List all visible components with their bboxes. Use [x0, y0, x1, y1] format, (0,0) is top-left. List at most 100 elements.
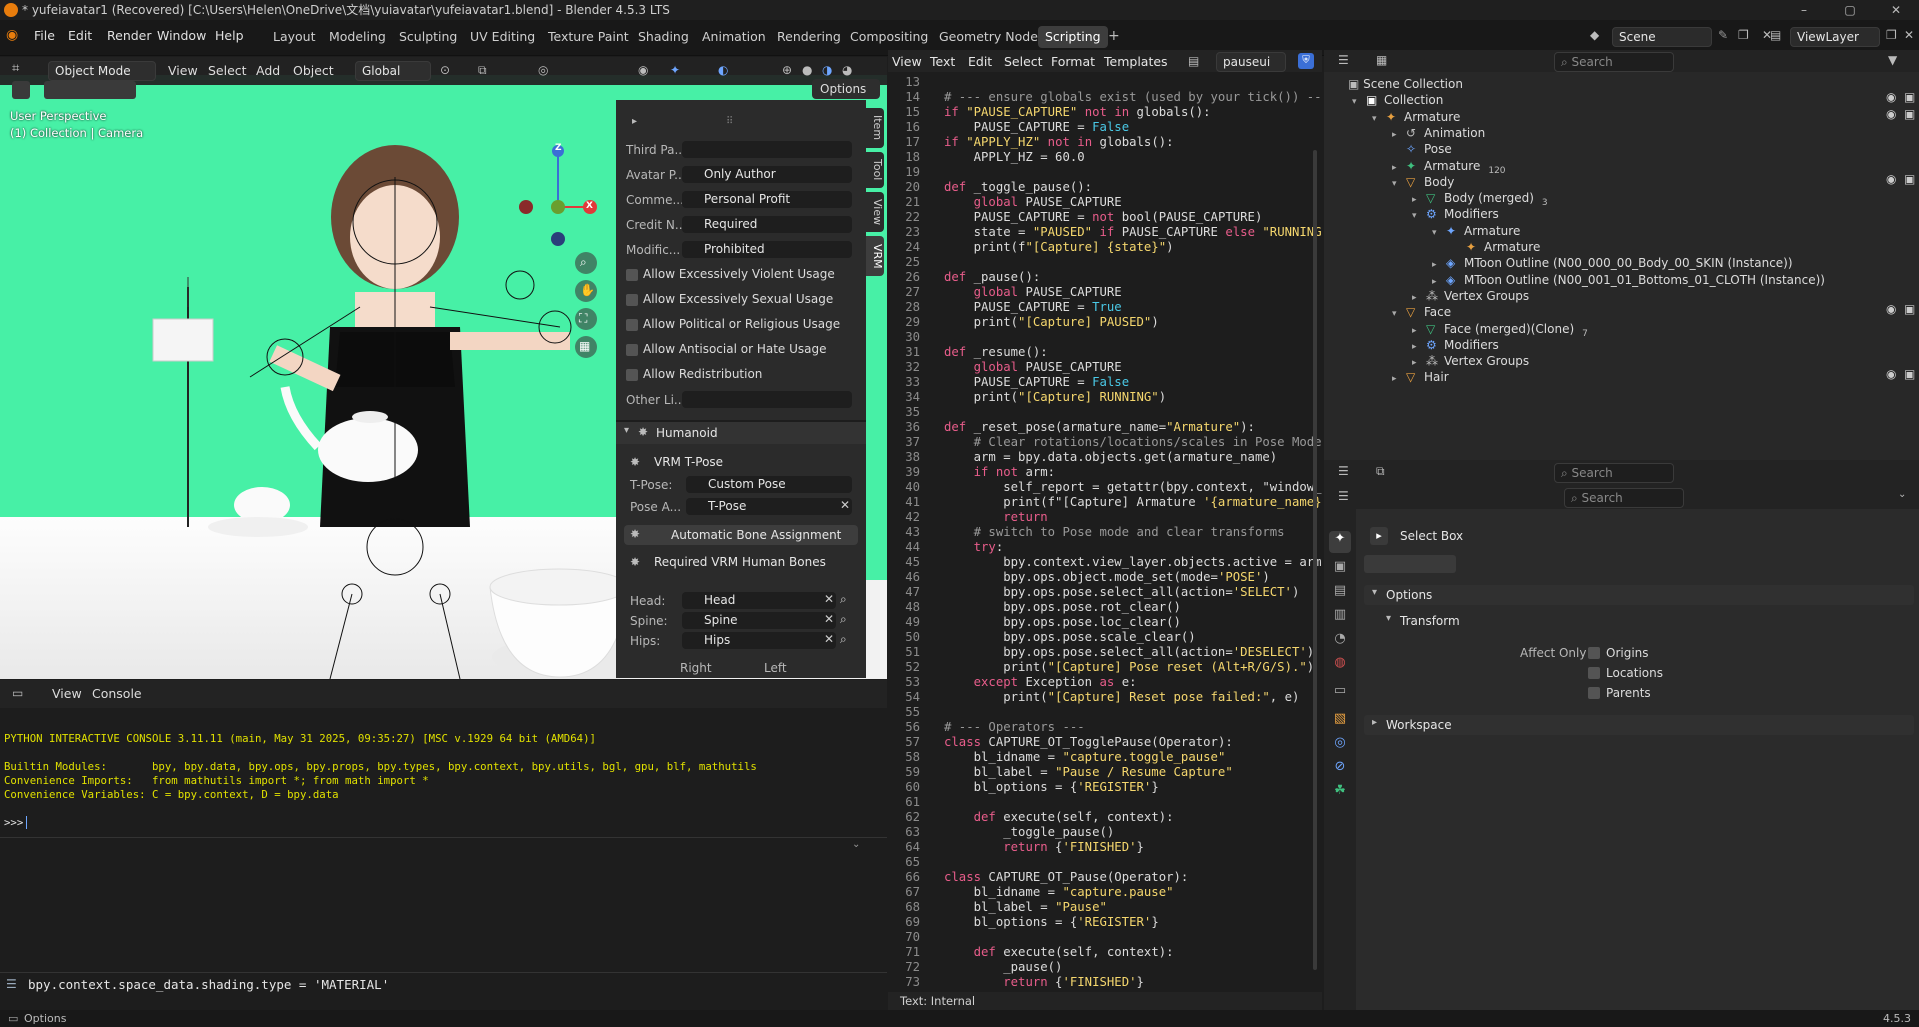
render-camera-icon[interactable]: ▣	[1904, 367, 1915, 381]
code-line[interactable]: 62 def execute(self, context):	[888, 810, 1322, 825]
code-line[interactable]: 64 return {'FINISHED'}	[888, 840, 1322, 855]
tpose-dropdown[interactable]: Custom Pose	[686, 476, 852, 493]
properties-options-icon[interactable]: ⌄	[1898, 489, 1906, 500]
menu-edit[interactable]: Edit	[68, 28, 92, 43]
delete-view-layer-icon[interactable]: ✕	[1904, 28, 1914, 42]
code-line[interactable]: 71 def execute(self, context):	[888, 945, 1322, 960]
filter-icon[interactable]: ▼	[1888, 53, 1897, 67]
output-tab-icon[interactable]: ▤	[1329, 583, 1351, 605]
view-layer-tab-icon[interactable]: ▥	[1329, 607, 1351, 629]
code-line[interactable]: 57 class CAPTURE_OT_TogglePause(Operator)…	[888, 735, 1322, 750]
tab-sculpting[interactable]: Sculpting	[392, 26, 464, 48]
menu-render[interactable]: Render	[107, 28, 152, 43]
drag-handle-icon[interactable]: ⠿	[726, 116, 733, 127]
clear-pose-icon[interactable]: ✕	[840, 498, 850, 512]
overlay-toggle-icon[interactable]: ◐	[718, 63, 728, 77]
code-area[interactable]: 13 14 # --- ensure globals exist (used by …	[888, 75, 1322, 1005]
bone-head-field[interactable]: Head	[682, 592, 836, 609]
code-line[interactable]: 35	[888, 405, 1322, 420]
other-license-field[interactable]	[682, 391, 852, 408]
tab-rendering[interactable]: Rendering	[770, 26, 848, 48]
console-editor-type-icon[interactable]: ▭	[12, 686, 23, 700]
tool-tab-icon[interactable]: ✦	[1329, 531, 1351, 553]
clear-hips-icon[interactable]: ✕	[824, 632, 834, 646]
python-console[interactable]: ▭ View Console PYTHON INTERACTIVE CONSOL…	[0, 680, 887, 1010]
code-line[interactable]: 59 bl_label = "Pause / Resume Capture"	[888, 765, 1322, 780]
code-line[interactable]: 70	[888, 930, 1322, 945]
code-line[interactable]: 20 def _toggle_pause():	[888, 180, 1322, 195]
outliner-editor-type-icon[interactable]: ☰	[1338, 53, 1349, 67]
collection-tab-icon[interactable]: ▭	[1329, 683, 1351, 705]
code-line[interactable]: 58 bl_idname = "capture.toggle_pause"	[888, 750, 1322, 765]
menu-file[interactable]: File	[34, 28, 55, 43]
search-hips-icon[interactable]: ⌕	[840, 632, 847, 647]
tab-modeling[interactable]: Modeling	[322, 26, 393, 48]
checkbox-sexual[interactable]	[626, 294, 638, 306]
outliner-search-input[interactable]: ⌕ Search	[1554, 52, 1674, 72]
pin-icon[interactable]: ✎	[1718, 28, 1728, 42]
humanoid-panel-header[interactable]	[616, 422, 866, 444]
code-line[interactable]: 14 # --- ensure globals exist (used by yo…	[888, 90, 1322, 105]
transform-subheader[interactable]: Transform	[1400, 614, 1460, 628]
affect-origins-checkbox[interactable]	[1588, 647, 1600, 659]
viewport-options-dropdown[interactable]: Options	[812, 79, 880, 99]
affect-parents-checkbox[interactable]	[1588, 687, 1600, 699]
panel-collapse-icon[interactable]: ▸	[632, 116, 637, 127]
modification-dropdown[interactable]: Prohibited	[682, 241, 852, 258]
avatar-permission-dropdown[interactable]: Only Author	[682, 166, 852, 183]
tab-layout[interactable]: Layout	[266, 26, 323, 48]
secondary-search-input[interactable]: ⌕ Search	[1554, 463, 1674, 483]
pivot-icon[interactable]: ⊙	[440, 63, 450, 77]
render-camera-icon[interactable]: ▣	[1904, 107, 1915, 121]
tab-texture-paint[interactable]: Texture Paint	[541, 26, 636, 48]
code-line[interactable]: 38 arm = bpy.data.objects.get(armature_n…	[888, 450, 1322, 465]
code-line[interactable]: 46 bpy.ops.object.mode_set(mode='POSE')	[888, 570, 1322, 585]
code-line[interactable]: 42 return	[888, 510, 1322, 525]
secondary-editor-type-icon[interactable]: ☰	[1338, 464, 1349, 478]
zoom-icon[interactable]: ⌕	[580, 255, 587, 270]
maximize-icon[interactable]: ▢	[1827, 0, 1873, 20]
code-line[interactable]: 32 global PAUSE_CAPTURE	[888, 360, 1322, 375]
menu-window[interactable]: Window	[157, 28, 206, 43]
text-menu-format[interactable]: Format	[1051, 54, 1095, 69]
code-line[interactable]: 44 try:	[888, 540, 1322, 555]
code-line[interactable]: 22 PAUSE_CAPTURE = not bool(PAUSE_CAPTUR…	[888, 210, 1322, 225]
properties-editor[interactable]: ☰ ⌕ Search ⌄ ✦ ▣ ▤ ▥ ◔ ◍ ▭ ▧ ◎ ⊘ ☘ ▸ Sel…	[1324, 485, 1919, 1010]
transform-orientation-selector[interactable]: Global	[355, 61, 431, 81]
physics-tab-icon[interactable]: ◎	[1329, 735, 1351, 757]
blender-menu-icon[interactable]: ◉	[6, 27, 18, 43]
code-line[interactable]: 53 except Exception as e:	[888, 675, 1322, 690]
code-line[interactable]: 27 global PAUSE_CAPTURE	[888, 285, 1322, 300]
console-menu-console[interactable]: Console	[92, 686, 142, 701]
close-icon[interactable]: ✕	[1873, 0, 1919, 20]
search-spine-icon[interactable]: ⌕	[840, 612, 847, 627]
outliner-tree[interactable]: ▣ Scene Collection ▾ ▣ Collection ◉ ▣ ▾ ✦ Armat…	[1324, 74, 1919, 458]
wireframe-shading-icon[interactable]: ⊕	[782, 63, 792, 77]
visibility-eye-icon[interactable]: ◉	[1886, 90, 1896, 104]
code-line[interactable]: 18 APPLY_HZ = 60.0	[888, 150, 1322, 165]
third-party-field[interactable]	[682, 141, 852, 158]
humanoid-collapse-icon[interactable]: ▾	[624, 425, 629, 436]
tab-tool[interactable]: Tool	[866, 152, 884, 188]
material-shading-icon[interactable]: ◑	[822, 63, 832, 77]
tab-animation[interactable]: Animation	[695, 26, 773, 48]
visibility-eye-icon[interactable]: ◉	[1886, 302, 1896, 316]
bone-spine-field[interactable]: Spine	[682, 612, 836, 629]
console-menu-view[interactable]: View	[52, 686, 82, 701]
camera-view-icon[interactable]: ⛶	[579, 311, 587, 326]
render-tab-icon[interactable]: ▣	[1329, 559, 1351, 581]
code-line[interactable]: 24 print(f"[Capture] {state}")	[888, 240, 1322, 255]
text-menu-templates[interactable]: Templates	[1104, 54, 1168, 69]
tab-geometry-nodes[interactable]: Geometry Nodes	[932, 26, 1051, 48]
world-tab-icon[interactable]: ◍	[1329, 655, 1351, 677]
viewport-menu-select[interactable]: Select	[208, 63, 247, 78]
visibility-eye-icon[interactable]: ◉	[1886, 172, 1896, 186]
code-line[interactable]: 48 bpy.ops.pose.rot_clear()	[888, 600, 1322, 615]
text-menu-view[interactable]: View	[892, 54, 922, 69]
options-panel-header[interactable]	[1364, 585, 1914, 605]
properties-search-input[interactable]: ⌕ Search	[1564, 488, 1684, 508]
checkbox-antisocial[interactable]	[626, 344, 638, 356]
rendered-shading-icon[interactable]: ◕	[842, 63, 852, 77]
code-line[interactable]: 73 return {'FINISHED'}	[888, 975, 1322, 990]
code-line[interactable]: 40 self_report = getattr(bpy.context, "w…	[888, 480, 1322, 495]
